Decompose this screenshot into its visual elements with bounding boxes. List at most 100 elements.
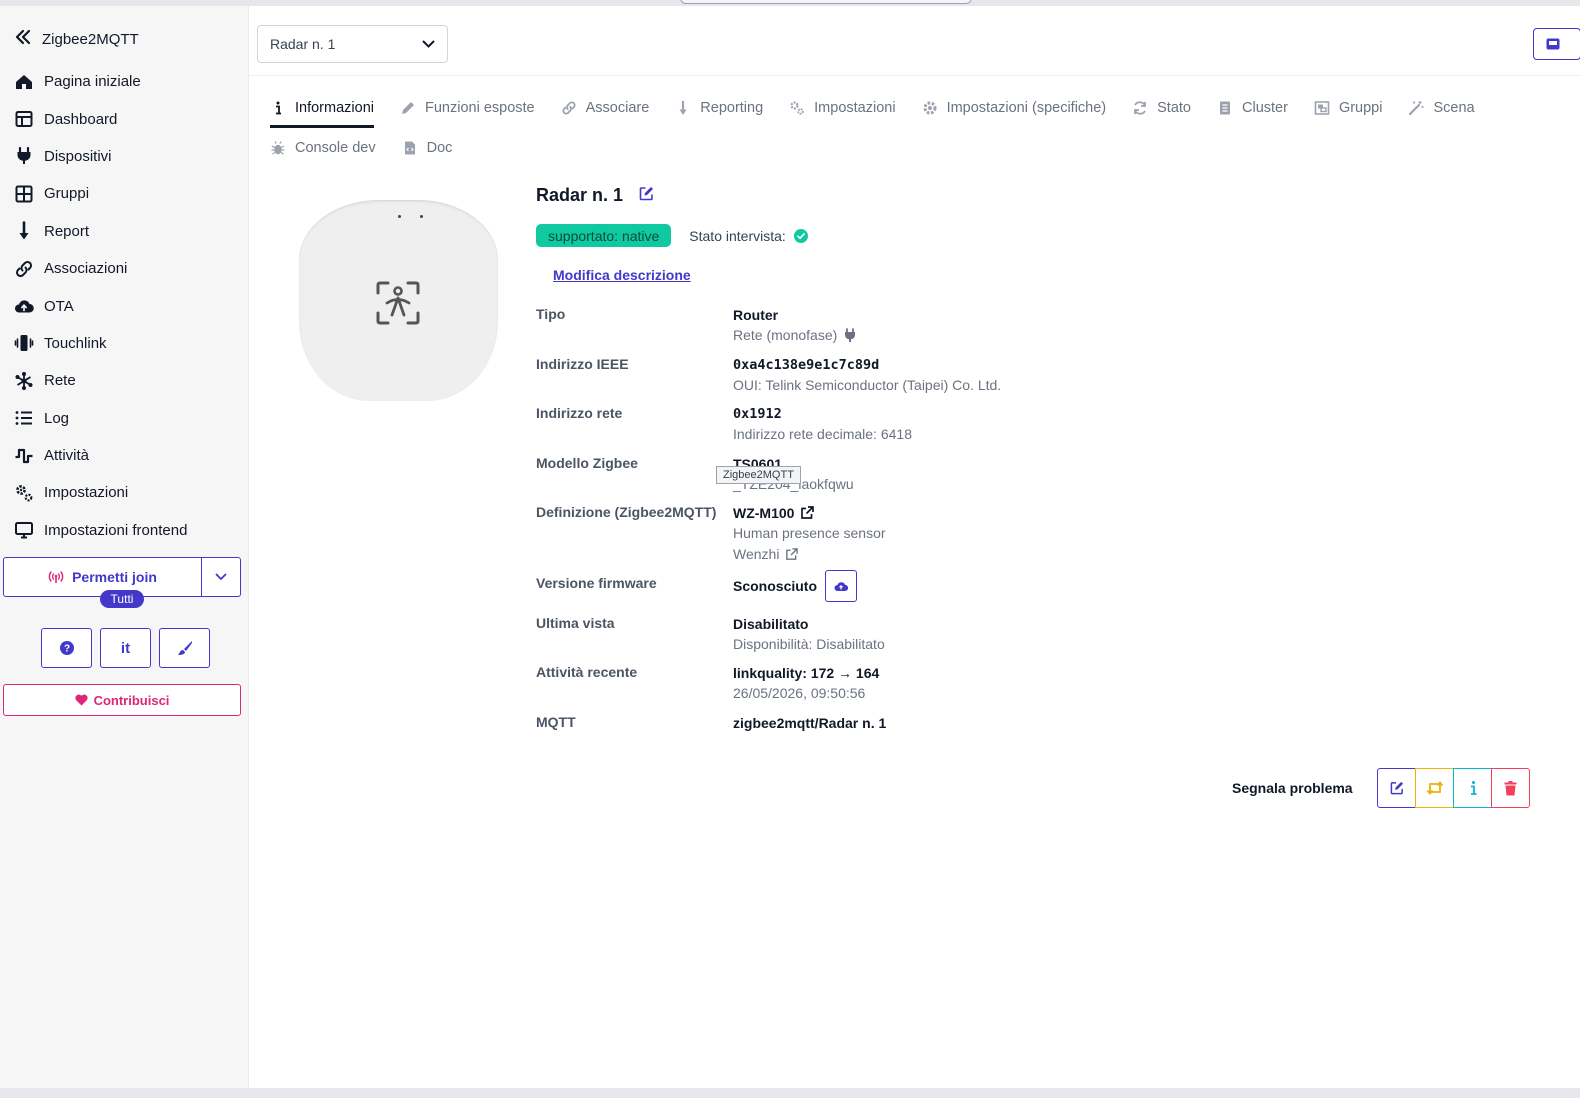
sidebar-item-label: Dashboard bbox=[44, 110, 118, 128]
join-target-badge: Tutti bbox=[100, 590, 144, 608]
tab-state[interactable]: Stato bbox=[1132, 88, 1191, 128]
permit-join-button[interactable]: Permetti join bbox=[4, 558, 202, 596]
edit-description-link[interactable]: Modifica descrizione bbox=[553, 267, 691, 283]
tab-groups[interactable]: Gruppi bbox=[1314, 88, 1382, 128]
detail-row-type: Tipo Router Rete (monofase) bbox=[536, 305, 1236, 346]
tab-docs[interactable]: Doc bbox=[402, 128, 453, 168]
interview-button[interactable] bbox=[1453, 768, 1492, 808]
theme-button[interactable] bbox=[159, 628, 210, 668]
notifications-button[interactable] bbox=[1533, 28, 1580, 60]
tab-clusters[interactable]: Cluster bbox=[1217, 88, 1288, 128]
sidebar-item-groups[interactable]: Gruppi bbox=[14, 175, 244, 212]
double-chevron-left-icon[interactable] bbox=[14, 28, 32, 50]
sidebar-item-devices[interactable]: Dispositivi bbox=[14, 138, 244, 175]
sidebar-item-log[interactable]: Log bbox=[14, 400, 244, 437]
tab-bind[interactable]: Associare bbox=[561, 88, 649, 128]
rename-button[interactable] bbox=[639, 186, 654, 206]
check-update-button[interactable] bbox=[825, 570, 858, 602]
sidebar-item-label: Log bbox=[44, 409, 70, 427]
definition-model-link[interactable]: WZ-M100 bbox=[733, 503, 886, 523]
detail-label: Versione firmware bbox=[536, 575, 657, 591]
brand-title: Zigbee2MQTT bbox=[42, 30, 139, 48]
rename-device-button[interactable] bbox=[1377, 768, 1416, 808]
sidebar-item-activity[interactable]: Attività bbox=[14, 437, 244, 474]
tab-reporting[interactable]: Reporting bbox=[675, 88, 763, 128]
tooltip: Zigbee2MQTT bbox=[716, 466, 801, 484]
detail-label: Attività recente bbox=[536, 664, 638, 680]
touchlink-icon bbox=[14, 335, 34, 352]
detail-label: Definizione (Zigbee2MQTT) bbox=[536, 504, 717, 520]
permit-join-dropdown[interactable] bbox=[202, 558, 240, 596]
detail-label: Indirizzo IEEE bbox=[536, 356, 629, 372]
cloud-upload-icon bbox=[15, 300, 34, 313]
magic-wand-icon bbox=[1409, 101, 1424, 116]
sidebar-item-report[interactable]: Report bbox=[14, 213, 244, 250]
tab-label: Impostazioni (specifiche) bbox=[946, 100, 1107, 116]
contribute-button[interactable]: Contribuisci bbox=[3, 684, 241, 716]
info-icon bbox=[1470, 781, 1476, 795]
network-decimal-value: Indirizzo rete decimale: 6418 bbox=[733, 426, 912, 442]
device-led bbox=[398, 215, 401, 218]
report-problem-link[interactable]: Segnala problema bbox=[1232, 780, 1353, 796]
utility-buttons: ? it bbox=[41, 628, 210, 668]
pencil-icon bbox=[401, 102, 414, 114]
reconfigure-button[interactable] bbox=[1415, 768, 1454, 808]
detail-label: Indirizzo rete bbox=[536, 405, 623, 421]
tab-scene[interactable]: Scena bbox=[1408, 88, 1475, 128]
sidebar-item-frontend-settings[interactable]: Impostazioni frontend bbox=[14, 512, 244, 549]
edit-icon bbox=[639, 186, 654, 200]
gears-icon bbox=[790, 101, 804, 115]
sidebar-item-dashboard[interactable]: Dashboard bbox=[14, 100, 244, 137]
dashboard-icon bbox=[15, 111, 33, 128]
tab-label: Stato bbox=[1157, 100, 1191, 116]
status-row: supportato: native Stato intervista: bbox=[536, 224, 808, 247]
external-link-icon bbox=[801, 506, 815, 519]
device-select[interactable]: Radar n. 1 bbox=[257, 25, 448, 63]
sidebar-item-bindings[interactable]: Associazioni bbox=[14, 250, 244, 287]
device-select-value: Radar n. 1 bbox=[270, 36, 336, 52]
sidebar-item-label: Gruppi bbox=[44, 185, 90, 203]
detail-label: Modello Zigbee bbox=[536, 455, 638, 471]
trash-icon bbox=[1504, 780, 1517, 795]
remove-device-button[interactable] bbox=[1491, 768, 1530, 808]
sidebar-item-settings[interactable]: Impostazioni bbox=[14, 474, 244, 511]
activity-icon bbox=[15, 448, 33, 463]
tab-specific-settings[interactable]: Impostazioni (specifiche) bbox=[922, 88, 1107, 128]
definition-vendor-link[interactable]: Wenzhi bbox=[733, 544, 886, 565]
external-link-icon bbox=[786, 548, 799, 560]
permit-join-label: Permetti join bbox=[72, 569, 157, 585]
detail-row-activity: Attività recente linkquality: 172 → 164 … bbox=[536, 663, 1236, 704]
grid-icon bbox=[15, 185, 33, 203]
tab-label: Impostazioni bbox=[814, 100, 896, 116]
tab-info[interactable]: Informazioni bbox=[270, 88, 374, 128]
sidebar-item-ota[interactable]: OTA bbox=[14, 287, 244, 324]
sidebar-item-network[interactable]: Rete bbox=[14, 362, 244, 399]
device-title-row: Radar n. 1 bbox=[536, 185, 654, 206]
plug-icon bbox=[17, 147, 31, 165]
sidebar-item-touchlink[interactable]: Touchlink bbox=[14, 325, 244, 362]
definition-model: WZ-M100 bbox=[733, 505, 795, 521]
device-image bbox=[299, 200, 498, 401]
tab-label: Doc bbox=[426, 140, 453, 156]
last-seen-value: Disabilitato bbox=[733, 616, 809, 632]
tab-exposes[interactable]: Funzioni esposte bbox=[400, 88, 535, 128]
help-button[interactable]: ? bbox=[41, 628, 92, 668]
detail-row-firmware: Versione firmware Sconosciuto bbox=[536, 570, 1236, 602]
brand[interactable]: Zigbee2MQTT bbox=[14, 28, 139, 50]
language-button[interactable]: it bbox=[100, 628, 151, 668]
network-icon bbox=[15, 371, 33, 390]
paintbrush-icon bbox=[177, 641, 192, 655]
device-led bbox=[420, 215, 423, 218]
tab-settings[interactable]: Impostazioni bbox=[789, 88, 896, 128]
tab-label: Informazioni bbox=[295, 100, 374, 116]
sidebar-item-home[interactable]: Pagina iniziale bbox=[14, 63, 244, 100]
sidebar-item-label: Touchlink bbox=[44, 334, 107, 352]
document-icon bbox=[1220, 101, 1230, 115]
antenna-icon bbox=[48, 571, 64, 583]
tab-dev-console[interactable]: Console dev bbox=[270, 128, 376, 168]
network-address-value: 0x1912 bbox=[733, 406, 782, 422]
list-icon bbox=[15, 411, 32, 426]
device-tabs: Informazioni Funzioni esposte Associare … bbox=[270, 88, 1570, 168]
availability-value: Disponibilità: Disabilitato bbox=[733, 636, 885, 652]
chevron-down-icon bbox=[422, 40, 435, 48]
